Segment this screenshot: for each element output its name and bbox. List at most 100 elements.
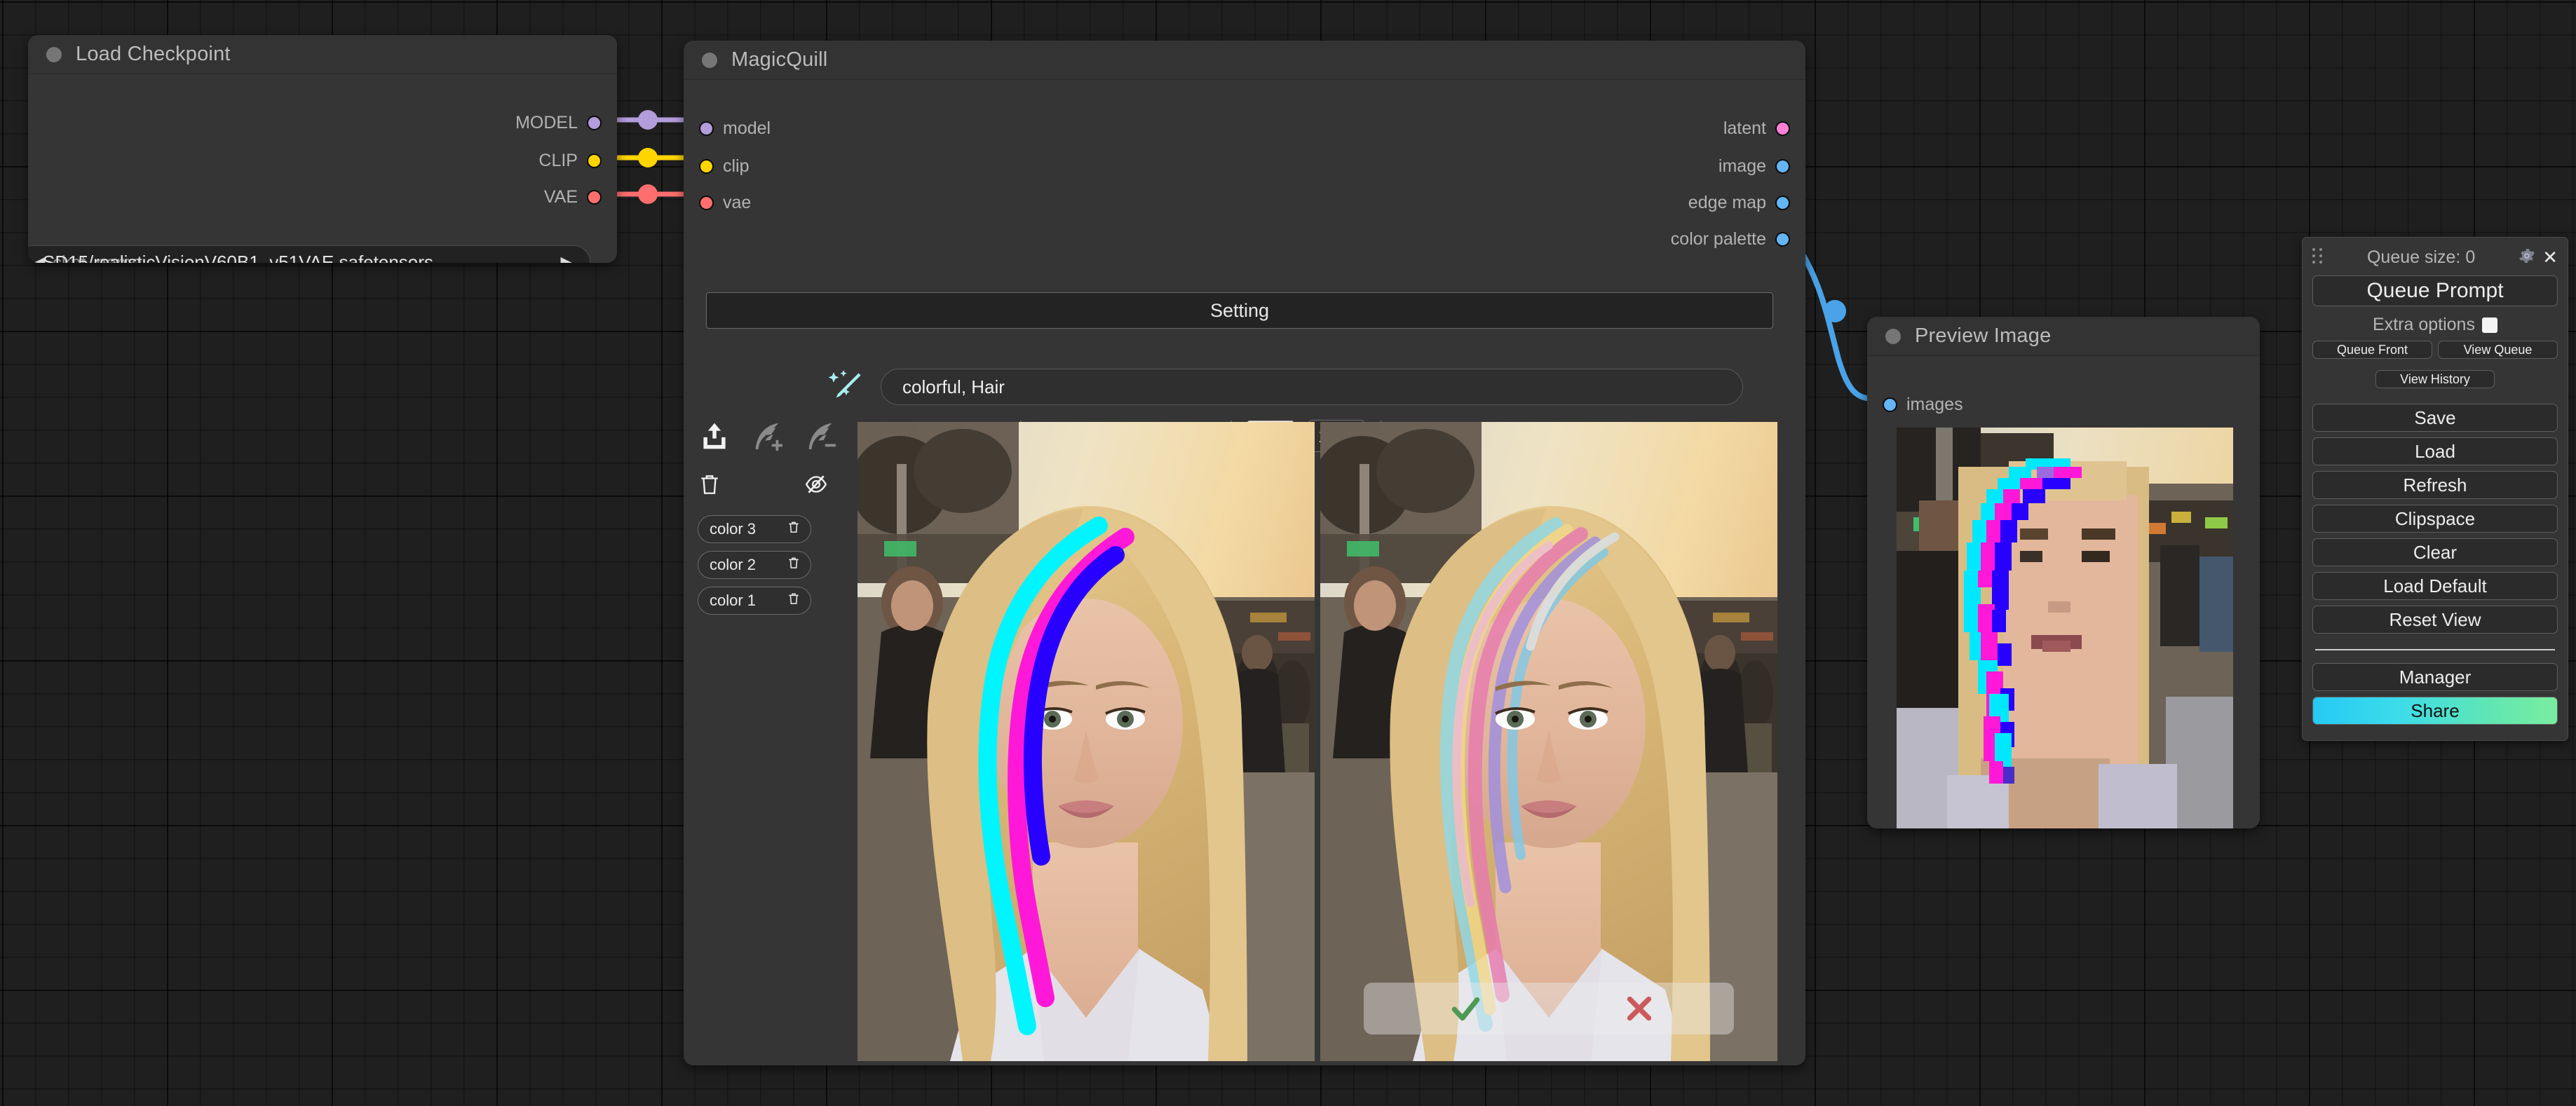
output-label-latent: latent — [1723, 118, 1766, 138]
prompt-input[interactable]: colorful, Hair — [881, 369, 1743, 405]
color-layer-panel: color 3 color 2 color 1 — [698, 472, 828, 622]
slot-dot-image-icon[interactable] — [1775, 159, 1790, 174]
edit-image-canvas[interactable] — [857, 422, 1315, 1061]
output-label-color-palette: color palette — [1670, 229, 1766, 249]
hide-layers-icon[interactable] — [804, 472, 828, 500]
load-label: Load — [2415, 441, 2455, 462]
extra-options-row[interactable]: Extra options — [2312, 315, 2558, 335]
layer-item-color-1[interactable]: color 1 — [698, 587, 811, 615]
view-queue-button[interactable]: View Queue — [2438, 341, 2558, 359]
trash-icon[interactable] — [787, 556, 801, 574]
clear-label: Clear — [2413, 542, 2458, 563]
extra-options-checkbox[interactable] — [2481, 317, 2497, 333]
refresh-label: Refresh — [2403, 475, 2467, 496]
view-queue-label: View Queue — [2463, 343, 2533, 357]
slot-dot-color-palette-icon[interactable] — [1775, 232, 1790, 247]
node-title-bar[interactable]: MagicQuill — [684, 41, 1805, 80]
node-magicquill[interactable]: MagicQuill model clip vae latent image e… — [684, 41, 1805, 1065]
node-title-text: MagicQuill — [731, 48, 828, 71]
save-button[interactable]: Save — [2312, 404, 2558, 432]
slot-dot-clip-icon[interactable] — [699, 159, 714, 174]
collapse-dot-icon[interactable] — [1885, 328, 1901, 344]
combo-next-arrow-icon[interactable]: ▶ — [555, 246, 578, 263]
layer-label: color 2 — [710, 556, 757, 573]
layer-label: color 1 — [710, 592, 757, 609]
output-slot-image[interactable]: image — [1719, 156, 1790, 177]
trash-icon[interactable] — [787, 592, 801, 610]
queue-front-button[interactable]: Queue Front — [2312, 341, 2432, 359]
drag-handle-icon[interactable] — [2312, 248, 2324, 266]
output-slot-latent[interactable]: latent — [1723, 118, 1790, 139]
queue-panel-header[interactable]: Queue size: 0 ✕ — [2312, 245, 2558, 270]
layer-item-color-3[interactable]: color 3 — [698, 515, 811, 543]
input-slot-images[interactable]: images — [1883, 395, 1963, 415]
magic-wand-icon[interactable] — [826, 367, 865, 407]
output-label-image: image — [1718, 156, 1766, 176]
preview-image-thumbnail[interactable] — [1897, 428, 2233, 828]
manager-button[interactable]: Manager — [2312, 663, 2558, 691]
input-label-images: images — [1906, 395, 1963, 414]
collapse-dot-icon[interactable] — [46, 46, 62, 62]
manager-label: Manager — [2399, 667, 2472, 688]
delete-all-layers-icon[interactable] — [698, 472, 721, 500]
extra-options-label: Extra options — [2373, 315, 2475, 334]
slot-dot-images-icon[interactable] — [1883, 397, 1897, 412]
result-image-canvas[interactable] — [1320, 422, 1777, 1061]
slot-dot-model-icon[interactable] — [587, 116, 602, 130]
clipspace-label: Clipspace — [2394, 508, 2476, 529]
output-label-clip: CLIP — [538, 151, 578, 170]
reject-icon[interactable] — [1622, 991, 1657, 1029]
load-default-button[interactable]: Load Default — [2312, 572, 2558, 600]
quill-subtract-icon[interactable] — [803, 418, 839, 454]
output-slot-model[interactable]: MODEL — [515, 113, 602, 133]
slot-dot-clip-icon[interactable] — [587, 153, 602, 168]
quill-add-icon[interactable] — [750, 418, 786, 454]
load-default-label: Load Default — [2383, 575, 2487, 596]
setting-button[interactable]: Setting — [706, 292, 1773, 329]
load-button[interactable]: Load — [2312, 437, 2558, 465]
reset-view-button[interactable]: Reset View — [2312, 606, 2558, 634]
view-history-button[interactable]: View History — [2375, 370, 2495, 388]
gear-icon[interactable] — [2519, 247, 2535, 268]
prompt-input-value: colorful, Hair — [902, 376, 1005, 397]
output-label-edge-map: edge map — [1688, 193, 1766, 212]
ckpt-name-combo-widget[interactable]: ◀ ckpt_name SD15/realisticVisionV60B1_v5… — [28, 245, 590, 263]
share-button[interactable]: Share — [2312, 697, 2558, 725]
output-slot-edge-map[interactable]: edge map — [1688, 193, 1790, 213]
input-slot-vae[interactable]: vae — [699, 193, 751, 213]
output-slot-vae[interactable]: VAE — [544, 187, 602, 207]
reset-view-label: Reset View — [2389, 609, 2481, 630]
output-slot-clip[interactable]: CLIP — [538, 151, 602, 171]
result-action-bar — [1364, 983, 1734, 1035]
queue-prompt-button[interactable]: Queue Prompt — [2312, 275, 2558, 306]
slot-dot-edge-map-icon[interactable] — [1775, 196, 1790, 210]
input-slot-clip[interactable]: clip — [699, 156, 750, 177]
close-icon[interactable]: ✕ — [2542, 248, 2558, 266]
queue-front-label: Queue Front — [2336, 343, 2408, 357]
graph-canvas[interactable]: Load Checkpoint MODEL CLIP VAE ◀ ckpt_na… — [0, 0, 2576, 1106]
slot-dot-model-icon[interactable] — [699, 121, 714, 136]
slot-dot-latent-icon[interactable] — [1775, 121, 1790, 136]
node-title-bar[interactable]: Preview Image — [1867, 317, 2260, 356]
share-label: Share — [2411, 700, 2460, 721]
trash-icon[interactable] — [787, 520, 801, 538]
accept-icon[interactable] — [1448, 991, 1483, 1031]
clear-button[interactable]: Clear — [2312, 538, 2558, 566]
upload-image-icon[interactable] — [696, 418, 733, 454]
refresh-button[interactable]: Refresh — [2312, 471, 2558, 499]
input-label-model: model — [723, 118, 771, 138]
node-preview-image[interactable]: Preview Image images — [1867, 317, 2260, 828]
slot-dot-vae-icon[interactable] — [699, 196, 714, 210]
node-load-checkpoint[interactable]: Load Checkpoint MODEL CLIP VAE ◀ ckpt_na… — [28, 35, 617, 263]
layer-tools — [698, 472, 828, 500]
node-title-bar[interactable]: Load Checkpoint — [28, 35, 617, 74]
layer-item-color-2[interactable]: color 2 — [698, 551, 811, 579]
collapse-dot-icon[interactable] — [702, 52, 717, 68]
slot-dot-vae-icon[interactable] — [587, 190, 602, 205]
input-slot-model[interactable]: model — [699, 118, 771, 139]
clipspace-button[interactable]: Clipspace — [2312, 505, 2558, 533]
layer-label: color 3 — [710, 520, 757, 538]
output-slot-color-palette[interactable]: color palette — [1671, 229, 1790, 250]
queue-panel[interactable]: Queue size: 0 ✕ Queue Prompt Extra optio… — [2302, 237, 2568, 741]
input-label-vae: vae — [723, 193, 752, 212]
